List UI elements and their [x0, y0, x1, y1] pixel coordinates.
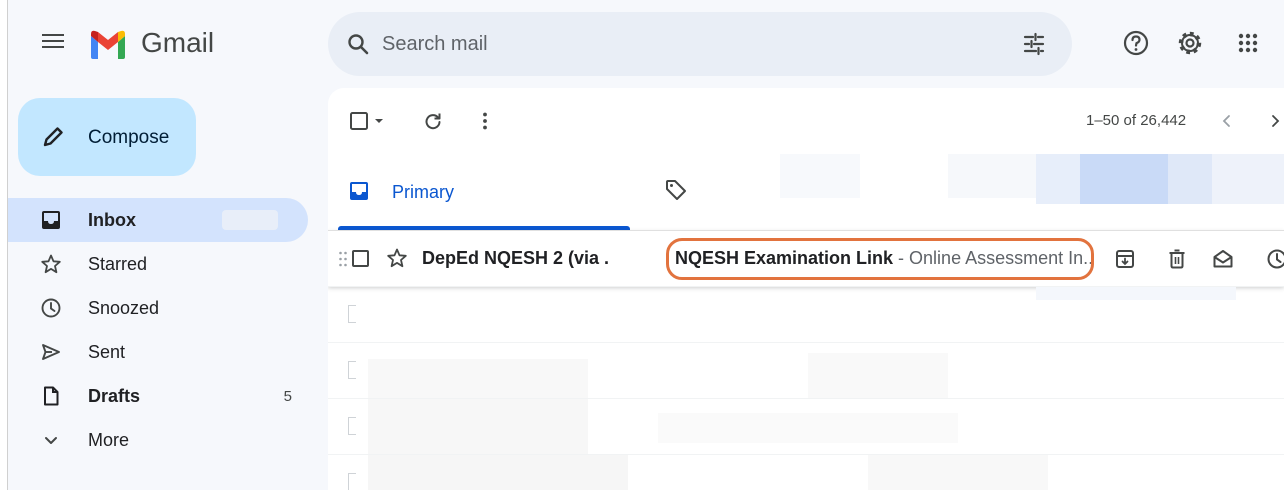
redacted-block: [1168, 154, 1214, 204]
trash-icon[interactable]: [1166, 248, 1188, 270]
redacted-block: [368, 399, 588, 455]
search-input[interactable]: [382, 24, 982, 64]
brand-name: Gmail: [141, 27, 215, 58]
archive-icon[interactable]: [1114, 248, 1136, 270]
blurred-email-row: [328, 342, 1284, 399]
pencil-icon: [43, 127, 63, 147]
send-icon: [42, 344, 60, 360]
redacted-block: [1036, 154, 1082, 204]
sidebar-item-label: More: [88, 430, 130, 450]
sidebar-item-sent[interactable]: Sent: [8, 330, 308, 374]
compose-button[interactable]: Compose: [18, 98, 196, 176]
sidebar-item-label: Inbox: [88, 210, 136, 230]
blurred-email-row: [328, 454, 1284, 490]
sidebar-item-inbox[interactable]: Inbox: [8, 198, 308, 242]
email-snippet: Online Assessment In...: [909, 248, 1094, 268]
redacted-block: [658, 413, 958, 443]
redacted-block: [948, 154, 1048, 198]
email-checkbox[interactable]: [352, 250, 369, 267]
sidebar-item-label: Snoozed: [88, 298, 160, 318]
compose-label: Compose: [88, 127, 170, 148]
blurred-checkbox: [348, 417, 356, 435]
chevron-left-icon[interactable]: [1216, 110, 1238, 132]
draft-file-icon: [44, 386, 59, 406]
redacted-block: [808, 353, 948, 399]
sidebar-item-snoozed[interactable]: Snoozed: [8, 286, 308, 330]
apps-grid-icon[interactable]: [1233, 28, 1263, 58]
pagination-count: 1–50 of 26,442: [1086, 112, 1187, 129]
drafts-count: 5: [283, 388, 292, 405]
tab-primary[interactable]: Primary: [328, 152, 630, 230]
redacted-block: [868, 455, 1048, 490]
sidebar-item-drafts[interactable]: Drafts 5: [8, 374, 308, 418]
inbox-icon: [42, 211, 60, 229]
select-dropdown-caret-icon[interactable]: [372, 110, 386, 132]
tab-label: Primary: [392, 182, 454, 202]
email-row[interactable]: DepEd NQESH 2 (via . NQESH Examination L…: [328, 230, 1284, 286]
main-menu-button[interactable]: [40, 30, 66, 56]
redacted-count: [222, 210, 278, 230]
search-options-icon[interactable]: [1020, 30, 1048, 58]
blurred-checkbox: [348, 361, 356, 379]
redacted-block: [1212, 154, 1284, 204]
sidebar-item-label: Sent: [88, 342, 126, 362]
blurred-checkbox: [348, 473, 356, 490]
email-sender: DepEd NQESH 2 (via .: [422, 248, 610, 268]
category-tabs: Primary: [328, 152, 1284, 230]
blurred-email-row: [328, 286, 1284, 342]
search-icon[interactable]: [346, 32, 370, 56]
chevron-down-icon: [45, 437, 57, 444]
clock-icon: [41, 298, 61, 318]
email-subject: NQESH Examination Link: [675, 248, 894, 268]
drag-handle-icon[interactable]: [338, 250, 348, 268]
gmail-logo-icon: [91, 30, 125, 59]
blurred-checkbox: [348, 305, 356, 323]
refresh-icon[interactable]: [422, 110, 444, 132]
select-all-checkbox[interactable]: [348, 110, 370, 132]
sidebar-item-starred[interactable]: Starred: [8, 242, 308, 286]
tag-icon: [666, 180, 686, 200]
window-edge: [0, 0, 8, 490]
list-toolbar: 1–50 of 26,442: [328, 88, 1284, 152]
search-bar[interactable]: [328, 12, 1072, 76]
redacted-block: [368, 359, 588, 399]
sidebar-item-label: Drafts: [88, 386, 141, 406]
redacted-block: [1080, 154, 1170, 204]
redacted-block: [780, 154, 860, 198]
star-icon: [41, 254, 61, 274]
star-icon[interactable]: [386, 247, 408, 269]
top-bar: Gmail: [8, 0, 1284, 88]
subject-separator: -: [893, 248, 910, 268]
settings-gear-icon[interactable]: [1175, 28, 1205, 58]
blurred-email-row: [328, 398, 1284, 455]
sidebar-item-more[interactable]: More: [8, 418, 308, 462]
redacted-block: [368, 455, 628, 490]
help-icon[interactable]: [1121, 28, 1151, 58]
chevron-right-icon[interactable]: [1264, 110, 1284, 132]
more-vert-icon[interactable]: [474, 110, 496, 132]
highlighted-subject: NQESH Examination Link - Online Assessme…: [666, 238, 1094, 280]
mark-unread-icon[interactable]: [1212, 248, 1234, 270]
sidebar-nav: Inbox Starred Snoozed Sent Drafts 5 More: [8, 198, 308, 462]
mail-list-panel: 1–50 of 26,442 Primary DepEd NQESH 2 (vi…: [328, 88, 1284, 490]
sidebar-item-label: Starred: [88, 254, 148, 274]
inbox-icon: [350, 182, 368, 200]
snooze-clock-icon[interactable]: [1266, 248, 1284, 270]
